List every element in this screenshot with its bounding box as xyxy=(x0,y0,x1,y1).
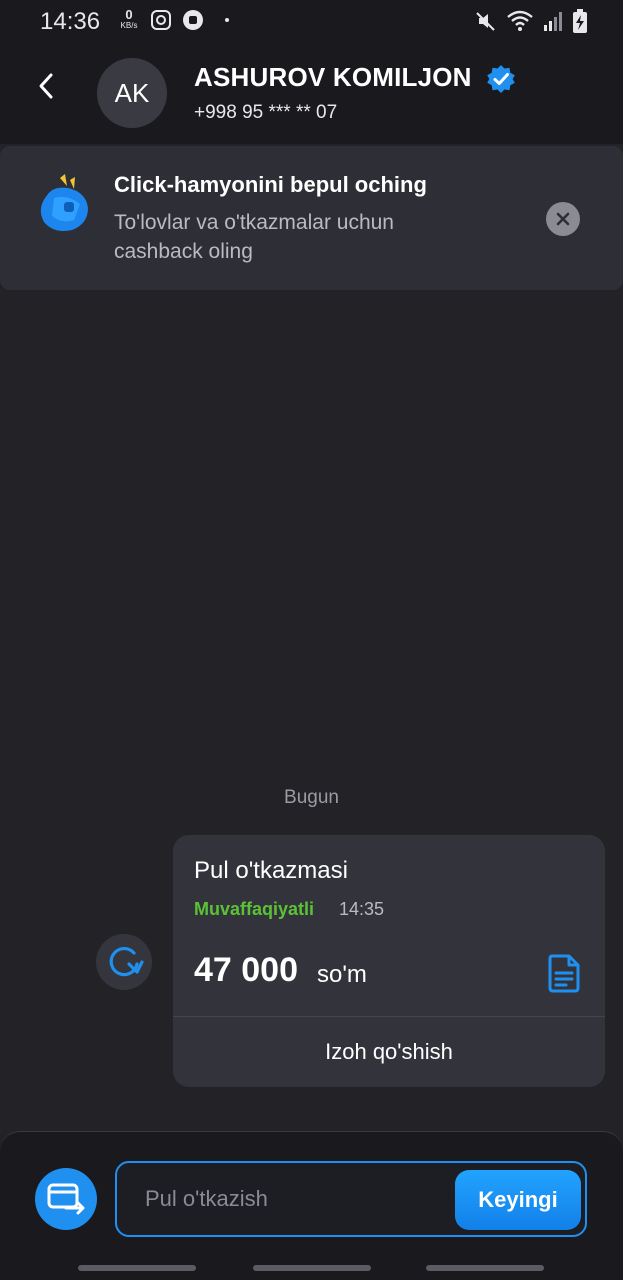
nav-pill-center xyxy=(253,1265,371,1271)
card-transfer-icon xyxy=(47,1183,85,1215)
network-speed-value: 0 xyxy=(125,7,133,22)
close-promo-button[interactable] xyxy=(546,202,580,236)
next-button[interactable]: Keyingi xyxy=(455,1170,581,1230)
status-bar: 14:36 0 KB/s xyxy=(0,0,623,42)
repeat-icon xyxy=(109,946,144,977)
network-speed-unit: KB/s xyxy=(120,21,138,30)
status-icons xyxy=(475,8,587,34)
contact-phone: +998 95 *** ** 07 xyxy=(194,102,338,123)
close-icon xyxy=(556,212,570,226)
transaction-card[interactable]: Pul o'tkazmasi Muvaffaqiyatli 14:35 47 0… xyxy=(173,835,605,1087)
transfer-amount-field[interactable]: Keyingi xyxy=(115,1161,587,1237)
transfer-amount-input[interactable] xyxy=(145,1181,435,1217)
add-comment-button[interactable]: Izoh qo'shish xyxy=(173,1017,605,1087)
nav-pill-right xyxy=(426,1265,544,1271)
card-transfer-button[interactable] xyxy=(35,1168,97,1230)
signal-icon xyxy=(544,12,562,31)
dot-icon xyxy=(225,18,229,22)
date-separator: Bugun xyxy=(284,787,339,808)
transaction-time: 14:35 xyxy=(339,899,385,919)
wallet-promo-banner[interactable]: Click-hamyonini bepul oching To'lovlar v… xyxy=(0,146,623,290)
transaction-title: Pul o'tkazmasi xyxy=(194,857,348,884)
click-wallet-icon xyxy=(40,174,88,231)
avatar[interactable]: AK xyxy=(97,58,167,128)
repeat-transfer-button[interactable] xyxy=(96,934,152,990)
network-speed-indicator: 0 KB/s xyxy=(116,8,142,31)
promo-text: To'lovlar va o'tkazmalar uchun cashback … xyxy=(114,211,394,263)
promo-title: Click-hamyonini bepul oching xyxy=(114,172,427,197)
transaction-currency: so'm xyxy=(317,961,367,988)
transfer-input-bar: Keyingi xyxy=(0,1131,623,1280)
receipt-icon[interactable] xyxy=(547,953,581,993)
mute-icon xyxy=(476,12,495,31)
battery-charging-icon xyxy=(573,9,587,33)
status-time: 14:36 xyxy=(40,8,101,35)
chevron-left-icon xyxy=(39,73,53,99)
wifi-icon xyxy=(507,10,533,31)
football-icon xyxy=(183,10,203,30)
nav-pill-left xyxy=(78,1265,196,1271)
verified-badge-icon xyxy=(487,65,515,93)
transaction-amount: 47 000 xyxy=(194,951,298,989)
transaction-status: Muvaffaqiyatli xyxy=(194,899,315,919)
contact-name: ASHUROV KOMILJON xyxy=(194,62,472,92)
instagram-icon xyxy=(151,10,171,30)
chat-header: AK ASHUROV KOMILJON +998 95 *** ** 07 xyxy=(0,42,623,144)
back-button[interactable] xyxy=(28,66,64,106)
